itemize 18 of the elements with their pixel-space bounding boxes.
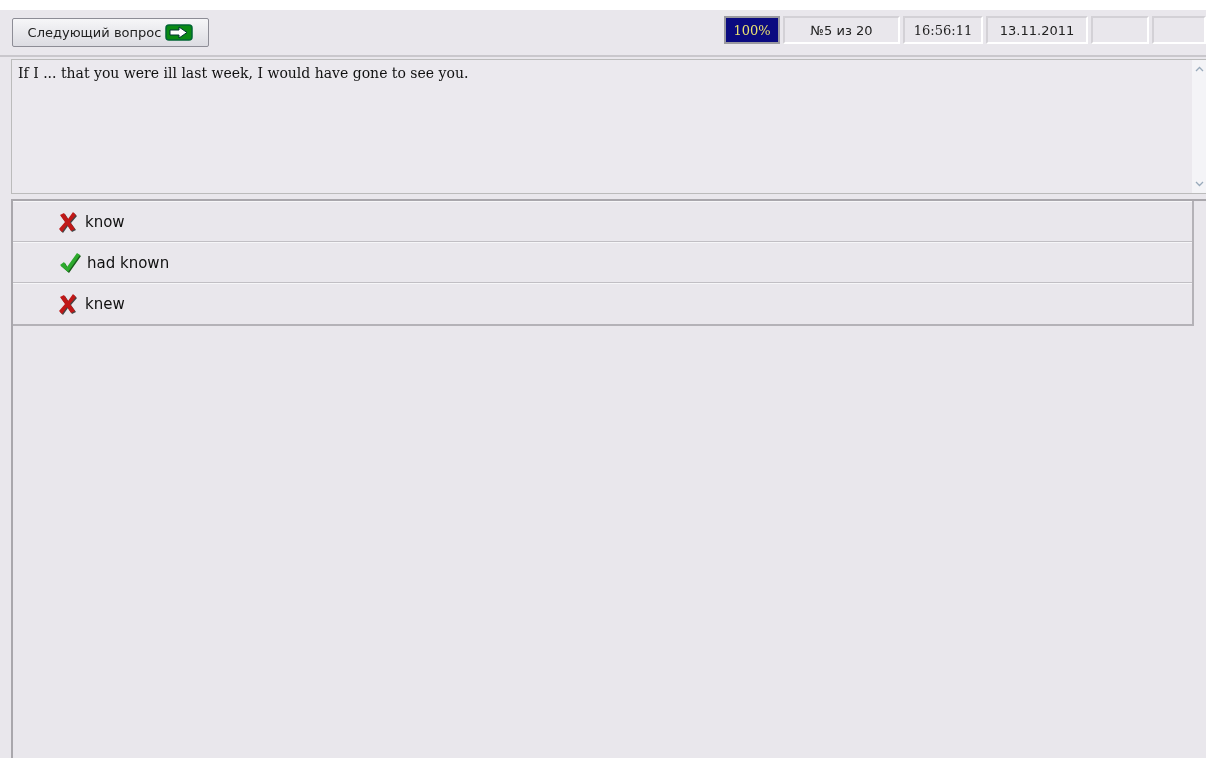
answer-option[interactable]: had known — [13, 242, 1192, 283]
status-field — [1091, 16, 1149, 44]
next-question-button[interactable]: Следующий вопрос — [12, 18, 209, 47]
answer-option[interactable]: knew — [13, 283, 1192, 324]
status-field: №5 из 20 — [783, 16, 900, 44]
question-text: If I ... that you were ill last week, I would have gone to see you. — [17, 64, 470, 83]
answer-option[interactable]: know — [13, 201, 1192, 242]
arrow-right-icon — [165, 24, 194, 41]
scroll-down-icon — [1194, 181, 1204, 187]
status-field: 100% — [724, 16, 780, 44]
scroll-up-icon — [1194, 66, 1204, 72]
answer-text: had known — [87, 253, 170, 272]
status-field: 16:56:11 — [903, 16, 983, 44]
scrollbar[interactable] — [1192, 60, 1206, 193]
status-field — [1152, 16, 1206, 44]
answer-text: know — [85, 212, 125, 231]
status-field: 13.11.2011 — [986, 16, 1088, 44]
answer-text: knew — [85, 295, 125, 313]
